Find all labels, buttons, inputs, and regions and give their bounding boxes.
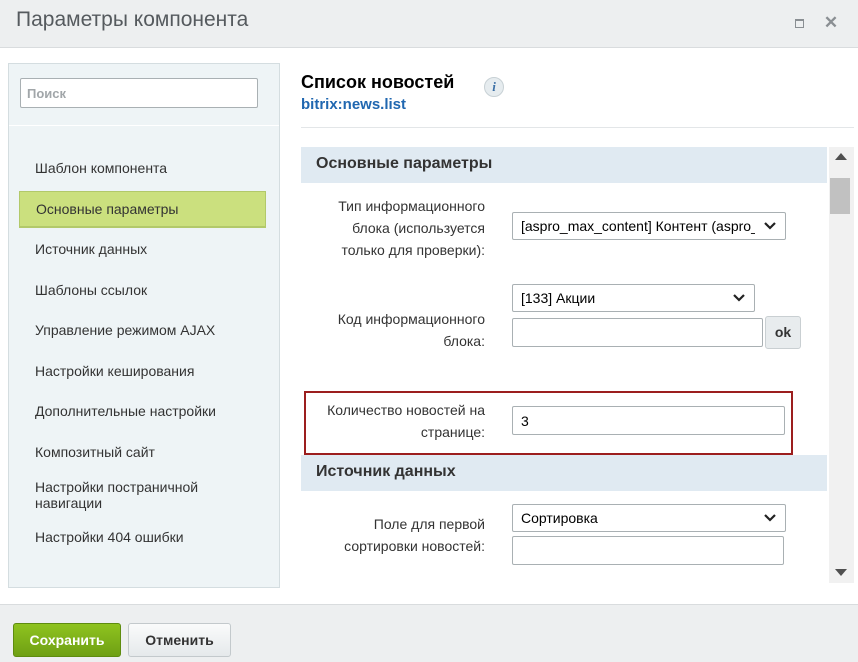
sidebar-item-404[interactable]: Настройки 404 ошибки xyxy=(19,528,266,546)
sidebar-item-label: Источник данных xyxy=(35,241,148,257)
ok-button[interactable]: ok xyxy=(765,316,801,349)
sidebar-item-data-source[interactable]: Источник данных xyxy=(19,240,266,258)
sort-field-select[interactable]: Сортировка xyxy=(512,504,786,532)
cancel-button[interactable]: Отменить xyxy=(128,623,231,657)
sidebar-item-label: Композитный сайт xyxy=(35,444,155,460)
news-count-input[interactable] xyxy=(512,406,785,435)
sidebar-item-component-template[interactable]: Шаблон компонента xyxy=(19,159,266,177)
iblock-code-label: Код информационного блока: xyxy=(337,311,485,349)
header-divider xyxy=(301,127,854,128)
sort-field-input[interactable] xyxy=(512,536,784,565)
sidebar-item-link-templates[interactable]: Шаблоны ссылок xyxy=(19,281,266,299)
sidebar-item-label: Основные параметры xyxy=(36,201,179,217)
sidebar-item-label: Шаблон компонента xyxy=(35,160,168,176)
sidebar-item-caching[interactable]: Настройки кеширования xyxy=(19,362,266,380)
iblock-code-input[interactable] xyxy=(512,318,763,347)
iblock-type-select[interactable]: [aspro_max_content] Контент (aspro_max_c… xyxy=(512,212,786,240)
sidebar: Шаблон компонента Основные параметры Ист… xyxy=(8,63,280,588)
sidebar-item-label: Дополнительные настройки xyxy=(35,403,216,419)
iblock-type-label: Тип информационного блока (используется … xyxy=(338,198,485,258)
scroll-thumb[interactable] xyxy=(830,178,850,214)
sidebar-item-additional[interactable]: Дополнительные настройки xyxy=(19,402,266,420)
scroll-down-icon[interactable] xyxy=(835,569,847,576)
sidebar-item-label: Настройки кеширования xyxy=(35,363,195,379)
form-scrollbar[interactable] xyxy=(829,147,854,583)
chevron-down-icon xyxy=(732,293,748,303)
search-input[interactable] xyxy=(20,78,258,108)
sidebar-divider xyxy=(9,125,279,126)
section-header-main: Основные параметры xyxy=(301,147,827,183)
news-count-label: Количество новостей на странице: xyxy=(327,402,485,440)
info-icon[interactable]: i xyxy=(484,77,504,97)
params-form: Основные параметры Тип информационного б… xyxy=(301,147,827,583)
sidebar-item-pagination[interactable]: Настройки постраничной навигации xyxy=(19,478,239,512)
sidebar-item-label: Настройки 404 ошибки xyxy=(35,529,184,545)
section-header-source: Источник данных xyxy=(301,455,827,491)
dialog-footer: Сохранить Отменить xyxy=(0,604,858,662)
maximize-icon[interactable] xyxy=(790,14,808,32)
component-title: Список новостей xyxy=(301,72,455,92)
component-code: bitrix:news.list xyxy=(301,96,407,113)
sidebar-item-ajax-mode[interactable]: Управление режимом AJAX xyxy=(19,321,266,339)
window-title: Параметры компонента xyxy=(16,8,249,31)
select-value: [133] Акции xyxy=(521,290,596,306)
sort-field-label: Поле для первой сортировки новостей: xyxy=(344,516,485,554)
select-value: Сортировка xyxy=(521,510,598,526)
sidebar-item-main-params[interactable]: Основные параметры xyxy=(19,191,266,228)
sidebar-item-composite[interactable]: Композитный сайт xyxy=(19,443,266,461)
scroll-up-icon[interactable] xyxy=(835,153,847,160)
chevron-down-icon xyxy=(763,513,779,523)
select-value: [aspro_max_content] Контент (aspro_max_c… xyxy=(521,218,755,234)
sidebar-item-label: Управление режимом AJAX xyxy=(35,322,216,338)
close-icon[interactable]: ✕ xyxy=(822,14,840,32)
sidebar-item-label: Шаблоны ссылок xyxy=(35,282,148,298)
sidebar-item-label: Настройки постраничной навигации xyxy=(35,479,199,511)
window-titlebar: Параметры компонента ✕ xyxy=(0,0,858,48)
save-button[interactable]: Сохранить xyxy=(13,623,121,657)
iblock-code-select[interactable]: [133] Акции xyxy=(512,284,755,312)
chevron-down-icon xyxy=(763,221,779,231)
